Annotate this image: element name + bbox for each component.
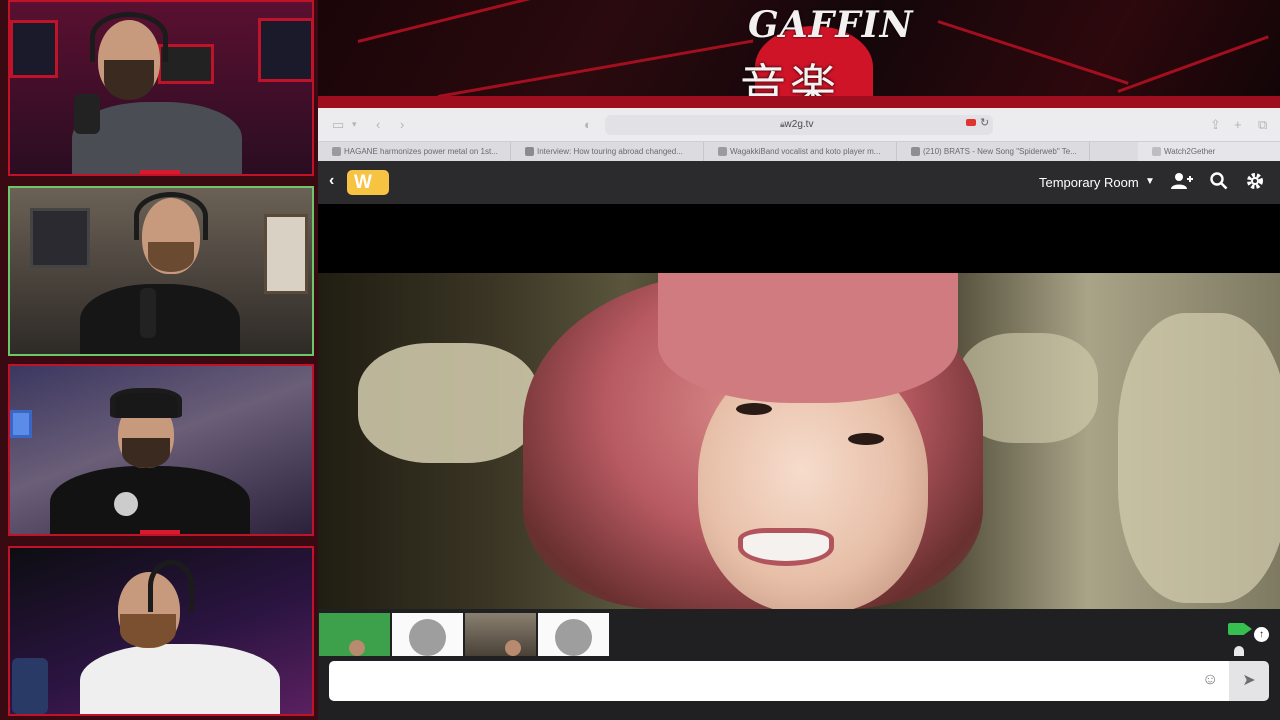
wall-poster (258, 18, 312, 82)
browser-toolbar: ▭ ▾ ‹ › ◐ w2g.tv 🔒︎ ↻ ⇪ + ⧉ (318, 108, 1280, 141)
tab-label: Watch2Gether (1164, 147, 1216, 156)
participant-strip (318, 609, 1280, 656)
webcam-toggle-icon[interactable] (1228, 623, 1252, 635)
add-user-icon[interactable] (1171, 172, 1193, 195)
singer-smile (738, 528, 834, 566)
chevron-down-icon[interactable]: ▼ (1145, 176, 1155, 187)
participant-head (505, 640, 521, 656)
forward-icon[interactable]: › (400, 117, 404, 132)
notification-icon[interactable] (1234, 646, 1244, 656)
frame-divider (140, 170, 180, 174)
back-icon[interactable]: ‹ (376, 117, 380, 132)
send-icon[interactable]: ➤ (1229, 661, 1269, 701)
emoji-icon[interactable]: ☺ (1202, 671, 1218, 689)
screen: GAFFIN 音楽 ▭ ▾ ‹ › ◐ w2g.tv 🔒︎ ↻ ⇪ + ⧉ HA… (0, 0, 1280, 720)
logo-letter: W (354, 172, 372, 193)
wall-poster (30, 208, 90, 268)
browser-tab[interactable]: WagakkiBand vocalist and koto player m..… (704, 142, 897, 162)
frame-divider (140, 530, 180, 534)
participant-avatar[interactable] (392, 613, 463, 656)
tab-label: HAGANE harmonizes power metal on 1st... (344, 147, 498, 156)
browser-window: ▭ ▾ ‹ › ◐ w2g.tv 🔒︎ ↻ ⇪ + ⧉ HAGANE harmo… (318, 108, 1280, 720)
tab-bar: HAGANE harmonizes power metal on 1st... … (318, 141, 1280, 162)
chevron-left-icon[interactable]: ‹ (329, 172, 334, 190)
webcam-column (0, 0, 318, 720)
search-icon[interactable] (1210, 172, 1228, 195)
arrow-up-icon[interactable]: ↑ (1254, 627, 1269, 642)
w2g-header: ‹ W Temporary Room ▼ (318, 161, 1280, 204)
background-blur (358, 343, 538, 463)
favicon-icon (525, 147, 534, 156)
gear-icon[interactable] (1246, 172, 1264, 195)
participant-video[interactable] (465, 613, 536, 656)
room-name[interactable]: Temporary Room (1039, 175, 1139, 190)
browser-tab[interactable]: Interview: How touring abroad changed... (511, 142, 704, 162)
chat-bar: ☺ ➤ (318, 656, 1280, 720)
w2g-logo[interactable]: W (347, 170, 389, 195)
webcam-feed-3 (8, 364, 314, 536)
chevron-down-icon[interactable]: ▾ (352, 119, 357, 130)
reload-icon[interactable]: ↻ (980, 116, 989, 129)
browser-tab-active[interactable]: Watch2Gether (1138, 142, 1280, 162)
singer-bangs (658, 273, 958, 403)
banner-divider (318, 96, 1280, 108)
singer-eye (848, 433, 884, 445)
url-text: w2g.tv (784, 119, 814, 130)
browser-tab[interactable]: (210) BRATS - New Song "Spiderweb" Te... (897, 142, 1090, 162)
youtube-icon (911, 147, 920, 156)
favicon-icon (1152, 147, 1161, 156)
stream-banner: GAFFIN 音楽 (318, 0, 1280, 108)
avatar-placeholder-icon (409, 619, 446, 656)
chat-input[interactable] (329, 661, 1229, 701)
wall-poster (10, 20, 58, 78)
participant-head (349, 640, 365, 656)
shield-icon[interactable]: ◐ (584, 117, 592, 132)
channel-logo-text: GAFFIN (748, 4, 914, 46)
webcam-feed-1 (8, 0, 314, 176)
browser-tab[interactable]: HAGANE harmonizes power metal on 1st... (318, 142, 511, 162)
tab-label: (210) BRATS - New Song "Spiderweb" Te... (923, 147, 1077, 156)
webcam-feed-2 (8, 186, 314, 356)
tab-overview-icon[interactable]: ⧉ (1258, 117, 1267, 133)
tab-label: Interview: How touring abroad changed... (537, 147, 683, 156)
monitor-light (10, 410, 32, 438)
singer-eye (736, 403, 772, 415)
favicon-icon (718, 147, 727, 156)
favicon-icon (332, 147, 341, 156)
participant-video[interactable] (319, 613, 390, 656)
camera-in-use-icon[interactable] (966, 119, 976, 126)
share-icon[interactable]: ⇪ (1210, 117, 1221, 133)
new-tab-icon[interactable]: + (1234, 117, 1242, 132)
video-player[interactable] (318, 204, 1280, 609)
webcam-feed-4 (8, 546, 314, 716)
video-frame (318, 273, 1280, 609)
lock-icon: 🔒︎ (780, 119, 785, 129)
background-blur (1118, 313, 1280, 603)
wall-poster (264, 214, 308, 294)
address-bar[interactable]: w2g.tv (605, 115, 993, 135)
sidebar-icon[interactable]: ▭ (332, 117, 344, 133)
avatar-placeholder-icon (555, 619, 592, 656)
tab-label: WagakkiBand vocalist and koto player m..… (730, 147, 881, 156)
participant-avatar[interactable] (538, 613, 609, 656)
